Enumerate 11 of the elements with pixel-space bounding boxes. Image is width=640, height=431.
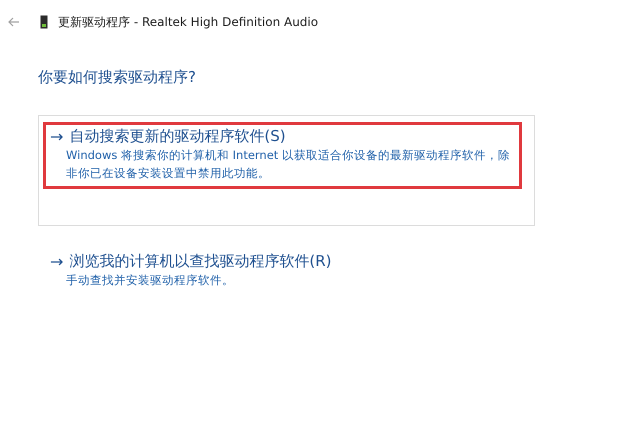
page-heading: 你要如何搜索驱动程序? <box>38 68 197 87</box>
option-description: 手动查找并安装驱动程序软件。 <box>66 272 235 289</box>
back-arrow-icon[interactable] <box>8 17 20 27</box>
option-card[interactable]: → 自动搜索更新的驱动程序软件(S) Windows 将搜索你的计算机和 Internet 以获取适合你设备的最新驱动程序软件，除非你已在设备安装设置中禁用此功能。 <box>38 115 535 226</box>
arrow-icon: → <box>50 127 64 146</box>
option-description: Windows 将搜索你的计算机和 Internet 以获取适合你设备的最新驱动程序软件，除非你已在设备安装设置中禁用此功能。 <box>66 147 511 182</box>
option-link[interactable]: 自动搜索更新的驱动程序软件(S) <box>69 127 286 146</box>
device-icon <box>40 15 48 29</box>
option-link[interactable]: 浏览我的计算机以查找驱动程序软件(R) <box>69 252 332 271</box>
window-title: 更新驱动程序 - Realtek High Definition Audio <box>58 14 318 30</box>
arrow-icon: → <box>50 252 64 271</box>
